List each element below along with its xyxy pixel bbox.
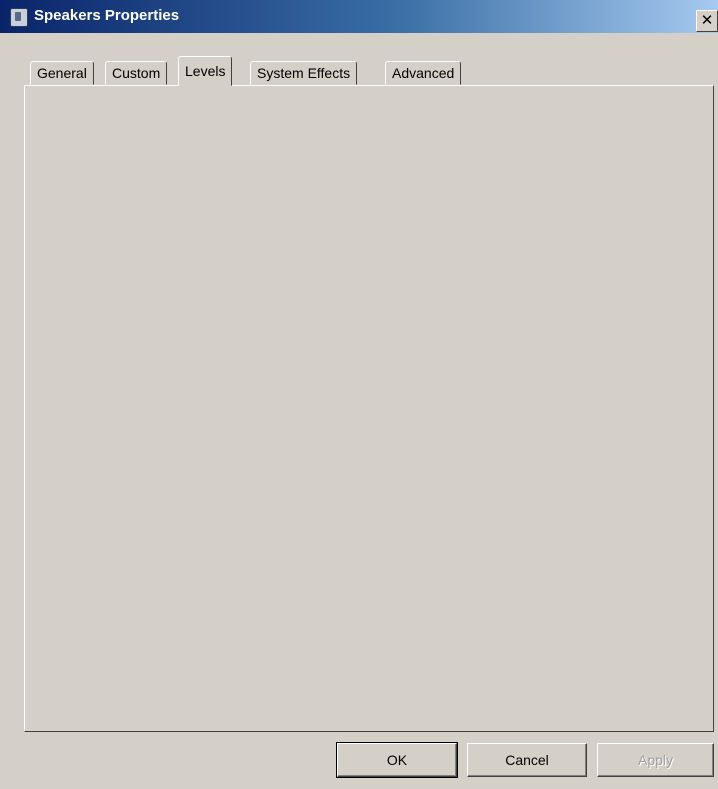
tab-label: System Effects: [257, 65, 351, 81]
tab-label: Custom: [112, 65, 161, 81]
speakers-properties-window: Speakers Properties ✕ General Custom Lev…: [0, 0, 718, 789]
close-button[interactable]: ✕: [696, 10, 718, 32]
tab-custom[interactable]: Custom: [105, 61, 168, 85]
ok-label: OK: [386, 752, 408, 768]
title-bar[interactable]: Speakers Properties: [0, 0, 718, 33]
ok-button[interactable]: OK: [336, 742, 458, 778]
speaker-device-icon: [10, 8, 28, 27]
cancel-button[interactable]: Cancel: [467, 743, 587, 777]
levels-panel: [24, 85, 714, 732]
tab-system-effects[interactable]: System Effects: [250, 61, 358, 85]
tab-label: Advanced: [392, 65, 455, 81]
tab-levels[interactable]: Levels: [178, 56, 233, 86]
tab-general[interactable]: General: [30, 61, 94, 85]
apply-button: Apply: [597, 743, 714, 777]
apply-label: Apply: [637, 752, 674, 768]
cancel-label: Cancel: [505, 752, 549, 768]
tab-label: Levels: [185, 63, 226, 79]
tab-advanced[interactable]: Advanced: [385, 61, 462, 85]
window-title: Speakers Properties: [34, 7, 180, 24]
tab-label: General: [37, 65, 87, 81]
